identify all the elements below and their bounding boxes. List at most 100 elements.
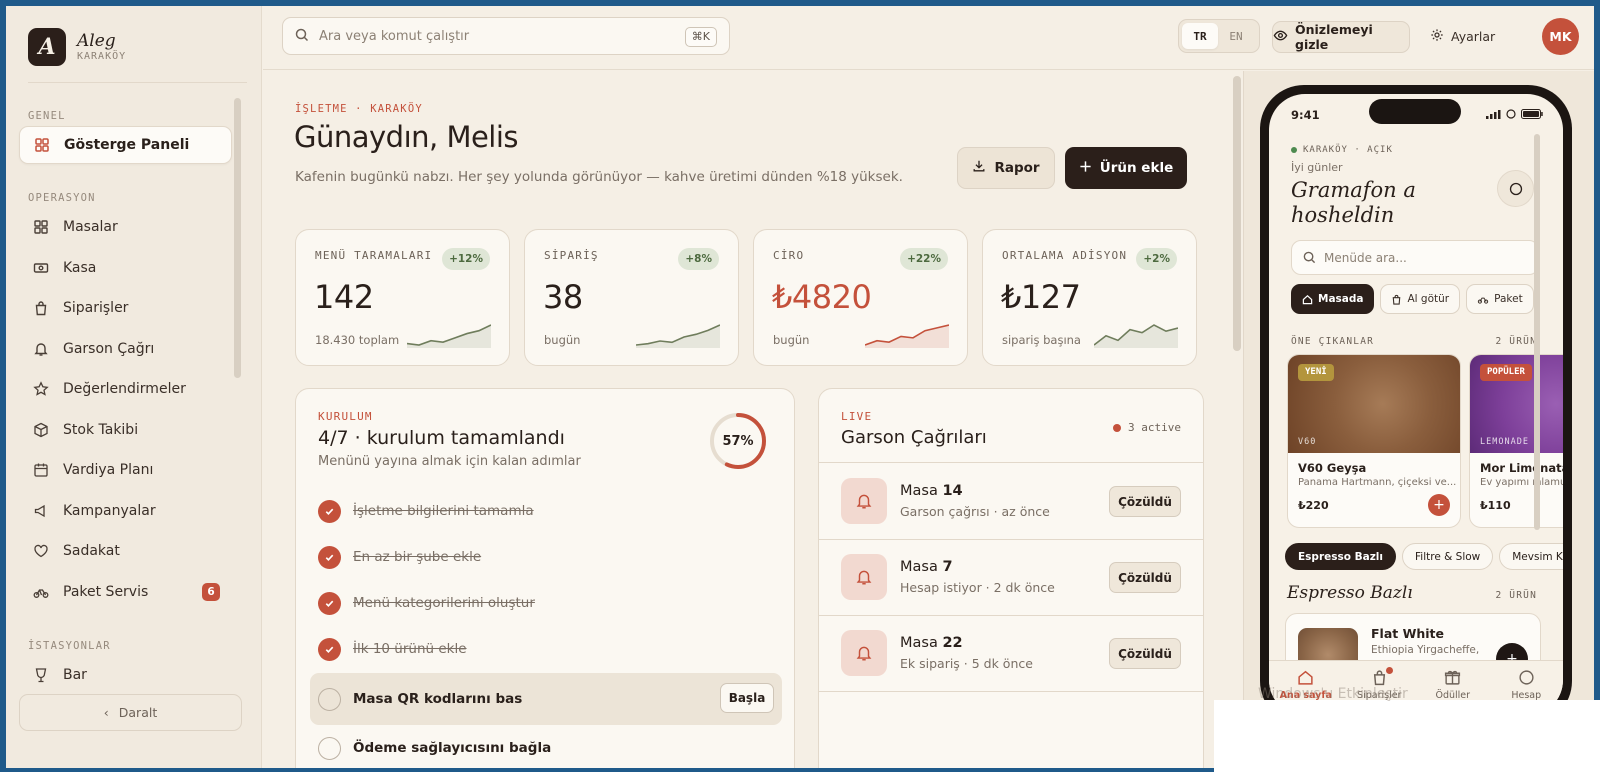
product-name: Mor Limonata — [1480, 461, 1563, 475]
category-chip[interactable]: Espresso Bazlı — [1285, 543, 1397, 570]
stat-label: ORTALAMA ADİSYON — [1002, 249, 1128, 262]
stat-label: SİPARİŞ — [544, 249, 599, 262]
mode-label: Al götür — [1407, 293, 1450, 305]
call-title: Masa 7 — [900, 559, 953, 575]
account-circle-icon — [1519, 670, 1534, 685]
stat-label: MENÜ TARAMALARI — [315, 249, 433, 262]
featured-card[interactable]: POPÜLER LEMONADE Mor Limonata Ev yapımı … — [1469, 354, 1563, 528]
stat-card-orders[interactable]: SİPARİŞ +8% 38 bugün — [524, 229, 739, 366]
stat-card-avg-ticket[interactable]: ORTALAMA ADİSYON +2% ₺127 sipariş başına — [982, 229, 1197, 366]
avatar[interactable]: MK — [1542, 18, 1579, 55]
brand-location: KARAKÖY — [77, 51, 127, 62]
lang-tr[interactable]: TR — [1182, 23, 1218, 49]
sidebar-item-orders[interactable]: Siparişler — [19, 289, 232, 327]
mode-dine-in[interactable]: Masada — [1291, 284, 1375, 314]
featured-card[interactable]: YENİ V60 V60 Geyşa Panama Hartmann, çiçe… — [1287, 354, 1461, 528]
phone-title: Gramafon a hosheldin — [1291, 178, 1416, 227]
setup-task[interactable]: Ödeme sağlayıcısını bağla — [310, 727, 782, 768]
sidebar-item-bar[interactable]: Bar — [19, 656, 232, 694]
sidebar-scrollbar[interactable] — [234, 98, 241, 378]
category-chip[interactable]: Mevsim Kahveleri — [1499, 543, 1563, 570]
sidebar-item-label: Masalar — [63, 219, 118, 235]
battery-icon — [1521, 109, 1543, 119]
stat-delta-badge: +8% — [678, 248, 719, 270]
setup-task-current[interactable]: Masa QR kodlarını bas Başla — [310, 673, 782, 725]
stat-foot: bugün — [544, 333, 581, 347]
settings-button[interactable]: Ayarlar — [1430, 28, 1495, 45]
check-icon — [318, 591, 341, 615]
active-count-badge: 3 active — [1113, 421, 1181, 434]
grid-icon — [33, 219, 49, 235]
waiter-call-row[interactable]: Masa 14 Garson çağrısı · az önce Çözüldü — [819, 463, 1203, 539]
sidebar-item-reviews[interactable]: Değerlendirmeler — [19, 370, 232, 408]
setup-task[interactable]: Menü kategorilerini oluştur — [310, 582, 782, 624]
mode-delivery[interactable]: Paket — [1466, 284, 1534, 314]
phone-search[interactable]: Menüde ara... — [1291, 240, 1539, 275]
resolve-button[interactable]: Çözüldü — [1109, 638, 1181, 669]
sidebar-item-cash[interactable]: Kasa — [19, 249, 232, 287]
sidebar-item-waiter-call[interactable]: Garson Çağrı — [19, 330, 232, 368]
sidebar-item-delivery[interactable]: Paket Servis 6 — [19, 573, 232, 611]
sidebar-item-campaigns[interactable]: Kampanyalar — [19, 492, 232, 530]
product-price: ₺220 — [1298, 499, 1329, 512]
check-icon — [318, 499, 341, 523]
waiter-call-row[interactable]: Masa 22 Ek sipariş · 5 dk önce Çözüldü — [819, 615, 1203, 691]
lang-en[interactable]: EN — [1218, 23, 1254, 49]
stat-card-revenue[interactable]: CİRO +22% ₺4820 bugün — [753, 229, 968, 366]
call-detail: Garson çağrısı · az önce — [900, 504, 1050, 519]
product-desc: Ev yapımı ıhlamur... — [1480, 477, 1563, 488]
stat-delta-badge: +22% — [900, 248, 948, 270]
category-chip[interactable]: Filtre & Slow — [1402, 543, 1494, 570]
activation-watermark: Windows'u Etkinleştir — [1258, 686, 1408, 702]
menu-item-desc: Ethiopia Yirgacheffe, — [1371, 644, 1480, 656]
delivery-count-badge: 6 — [202, 583, 220, 601]
setup-task-label: En az bir şube ekle — [353, 549, 482, 565]
collapse-sidebar-button[interactable]: ‹ Daralt — [19, 694, 242, 731]
add-to-cart-button[interactable]: + — [1428, 494, 1450, 516]
sidebar-item-shift-plan[interactable]: Vardiya Planı — [19, 451, 232, 489]
phone-open-label: KARAKÖY · AÇIK — [1303, 145, 1393, 155]
start-task-button[interactable]: Başla — [720, 683, 774, 713]
command-search[interactable]: ⌘K — [282, 17, 730, 55]
cup-icon — [33, 667, 49, 683]
sidebar-item-label: Sadakat — [63, 543, 120, 559]
stat-value: ₺127 — [1001, 278, 1081, 316]
stat-card-menu-scans[interactable]: MENÜ TARAMALARI +12% 142 18.430 toplam — [295, 229, 510, 366]
product-price: ₺110 — [1480, 499, 1511, 512]
brand[interactable]: A Aleg KARAKÖY — [28, 28, 126, 66]
product-tag: POPÜLER — [1480, 364, 1532, 381]
setup-task[interactable]: İlk 10 ürünü ekle — [310, 628, 782, 670]
report-button[interactable]: Rapor — [957, 147, 1055, 189]
stat-sparkline — [407, 324, 491, 348]
cash-icon — [33, 260, 49, 276]
search-input[interactable] — [319, 28, 669, 44]
stat-delta-badge: +2% — [1136, 248, 1177, 270]
bag-icon — [33, 300, 49, 316]
sidebar-item-stock[interactable]: Stok Takibi — [19, 411, 232, 449]
toggle-preview-button[interactable]: Önizlemeyi gizle — [1272, 21, 1410, 53]
dynamic-island — [1369, 99, 1461, 124]
resolve-button[interactable]: Çözüldü — [1109, 486, 1181, 517]
sidebar-item-loyalty[interactable]: Sadakat — [19, 532, 232, 570]
setup-task-label: İşletme bilgilerini tamamla — [353, 503, 534, 519]
add-product-button[interactable]: Ürün ekle — [1065, 147, 1187, 189]
preview-scrollbar[interactable] — [1534, 134, 1540, 530]
sidebar-item-dashboard[interactable]: Gösterge Paneli — [19, 126, 232, 164]
setup-task-label: İlk 10 ürünü ekle — [353, 641, 467, 657]
product-tag: YENİ — [1298, 364, 1334, 381]
bike-icon — [33, 584, 49, 600]
sidebar-item-tables[interactable]: Masalar — [19, 208, 232, 246]
mode-takeaway[interactable]: Al götür — [1380, 284, 1461, 314]
resolve-button[interactable]: Çözüldü — [1109, 562, 1181, 593]
setup-task[interactable]: İşletme bilgilerini tamamla — [310, 490, 782, 532]
phone-section-title: Espresso Bazlı — [1287, 583, 1413, 603]
setup-task[interactable]: En az bir şube ekle — [310, 536, 782, 578]
main-scrollbar[interactable] — [1233, 76, 1241, 351]
language-switch[interactable]: TR EN — [1178, 19, 1260, 53]
phone-profile-button[interactable] — [1497, 170, 1534, 207]
brand-name: Aleg — [77, 31, 116, 51]
stat-sparkline — [1094, 324, 1178, 348]
waiter-call-row[interactable]: Masa 7 Hesap istiyor · 2 dk önce Çözüldü — [819, 539, 1203, 615]
mode-label: Paket — [1494, 293, 1523, 305]
phone-screen: 9:41 KARAKÖY · AÇIK İyi günler Gramafon … — [1269, 94, 1563, 716]
